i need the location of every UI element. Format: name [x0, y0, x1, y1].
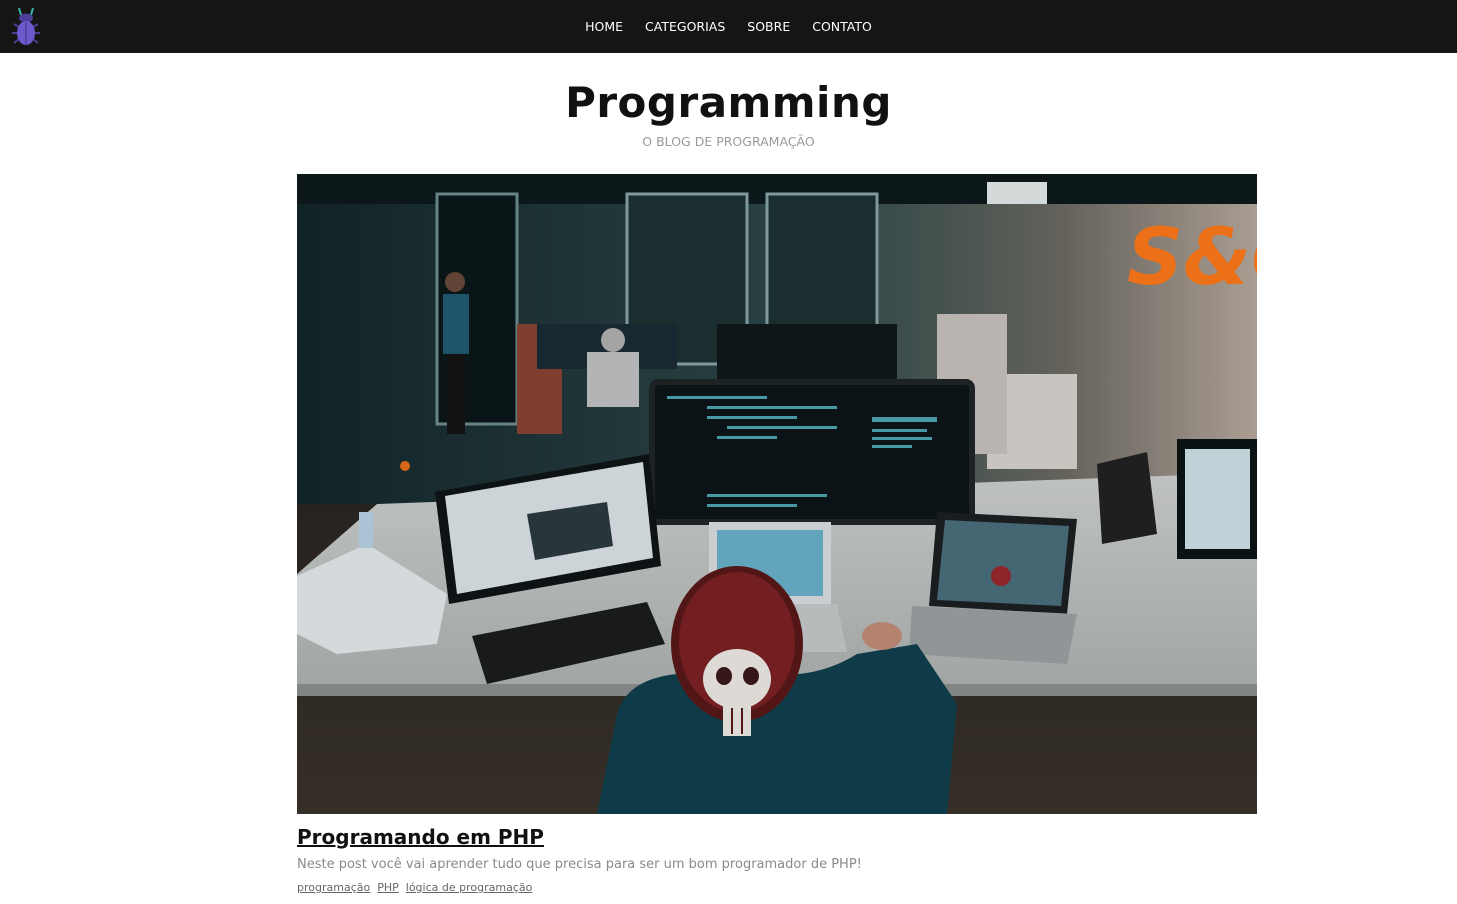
- nav-item-categorias[interactable]: CATEGORIAS: [645, 19, 725, 34]
- site-subtitle: O BLOG DE PROGRAMAÇÃO: [642, 134, 815, 149]
- site-title: Programming: [565, 78, 892, 127]
- post-tags: programação PHP lógica de programação: [297, 881, 532, 895]
- nav-item-contato[interactable]: CONTATO: [812, 19, 872, 34]
- post-featured-image[interactable]: S&G: [297, 174, 1257, 814]
- main-nav: HOME CATEGORIAS SOBRE CONTATO: [0, 0, 1457, 53]
- tag-link[interactable]: PHP: [377, 881, 399, 895]
- nav-item-home[interactable]: HOME: [585, 19, 623, 34]
- tag-link[interactable]: programação: [297, 881, 370, 895]
- top-navbar: HOME CATEGORIAS SOBRE CONTATO: [0, 0, 1457, 53]
- post-title-link[interactable]: Programando em PHP: [297, 823, 544, 851]
- programmer-workspace-photo: S&G: [297, 174, 1257, 814]
- nav-item-sobre[interactable]: SOBRE: [747, 19, 790, 34]
- tag-link[interactable]: lógica de programação: [406, 881, 533, 895]
- post-excerpt: Neste post você vai aprender tudo que pr…: [297, 857, 862, 872]
